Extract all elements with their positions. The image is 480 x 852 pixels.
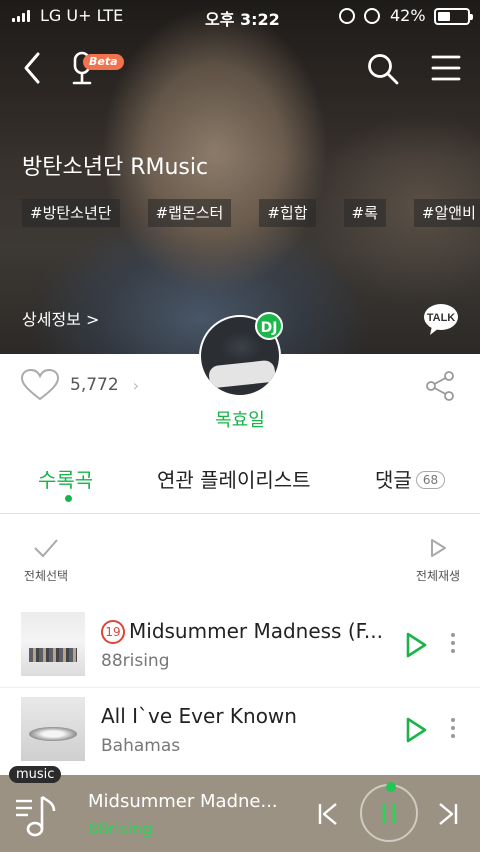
age-rating-badge: 19 <box>101 620 125 644</box>
next-icon <box>439 803 458 825</box>
tag-chip[interactable]: #랩몬스터 <box>147 199 232 227</box>
play-all-label: 전체재생 <box>415 569 461 583</box>
now-playing-artist: 88rising <box>88 819 153 838</box>
play-icon <box>406 632 427 658</box>
track-more-button[interactable] <box>448 718 458 742</box>
battery-percent: 42% <box>390 6 426 25</box>
track-title-text: All I`ve Ever Known <box>101 704 297 728</box>
album-art <box>21 697 85 761</box>
pause-button[interactable] <box>360 784 418 842</box>
dj-badge: DJ <box>255 312 283 340</box>
talk-icon: TALK <box>424 304 458 335</box>
battery-fill <box>438 12 450 21</box>
tag-chip[interactable]: #힙합 <box>259 199 316 227</box>
playback-progress-dot[interactable] <box>386 782 396 792</box>
track-row[interactable]: All I`ve Ever Known Bahamas <box>0 687 480 769</box>
comment-count-badge: 68 <box>415 471 446 489</box>
play-all-button[interactable]: 전체재생 <box>410 537 466 584</box>
like-count: 5,772 <box>70 375 119 395</box>
track-play-button[interactable] <box>404 631 428 659</box>
alarm-icon <box>364 8 380 24</box>
previous-icon <box>318 803 337 825</box>
signal-icon <box>12 10 30 22</box>
select-all-button[interactable]: 전체선택 <box>20 537 72 584</box>
track-artist: 88rising <box>101 651 170 671</box>
playlist-queue-button[interactable] <box>14 791 60 839</box>
playlist-hero: LG U+ LTE 오후 3:22 42% Beta 방탄소년단 RMusic … <box>0 0 480 354</box>
tab-bar: 수록곡 연관 플레이리스트 댓글 68 <box>0 460 480 514</box>
beta-badge: Beta <box>83 54 124 70</box>
track-list: 전체선택 전체재생 19 Midsummer Madness (F... 88ri… <box>0 515 480 775</box>
music-list-icon <box>16 795 56 837</box>
select-all-label: 전체선택 <box>23 569 69 583</box>
menu-button[interactable] <box>430 54 462 82</box>
tab-tracks[interactable]: 수록곡 <box>38 464 93 493</box>
like-row[interactable]: 5,772 › <box>20 368 139 402</box>
heart-icon <box>20 368 60 401</box>
search-icon <box>368 54 399 85</box>
back-button[interactable] <box>18 50 48 86</box>
carrier-label: LG U+ LTE <box>40 6 124 25</box>
track-title: 19 Midsummer Madness (F... <box>101 619 397 644</box>
talk-label: TALK <box>427 312 456 324</box>
tag-chip[interactable]: #록 <box>343 199 386 227</box>
pause-icon <box>382 803 396 823</box>
tab-comments[interactable]: 댓글 68 <box>375 464 446 493</box>
battery-icon <box>434 8 473 25</box>
tab-related-playlists[interactable]: 연관 플레이리스트 <box>157 464 311 493</box>
status-bar: LG U+ LTE 오후 3:22 42% <box>0 0 480 32</box>
menu-icon <box>431 55 461 81</box>
tag-chip[interactable]: #알앤비 <box>413 199 480 227</box>
track-more-button[interactable] <box>448 633 458 657</box>
player-source-tag: music <box>9 766 62 783</box>
play-outline-icon <box>431 539 446 557</box>
talk-button[interactable]: TALK <box>422 302 460 336</box>
next-button[interactable] <box>436 801 460 827</box>
chevron-right-icon: › <box>132 375 140 395</box>
track-title: All I`ve Ever Known <box>101 704 397 728</box>
rotation-lock-icon <box>339 8 355 24</box>
track-play-button[interactable] <box>404 716 428 744</box>
playlist-title: 방탄소년단 RMusic <box>22 155 209 180</box>
share-icon <box>426 371 454 401</box>
tag-chip[interactable]: #방탄소년단 <box>22 199 120 227</box>
track-title-text: Midsummer Madness (F... <box>129 619 384 643</box>
now-playing-title[interactable]: Midsummer Madne... <box>88 791 278 812</box>
mini-player: Midsummer Madne... 88rising <box>0 775 480 852</box>
active-tab-indicator <box>65 495 72 502</box>
album-art <box>21 612 85 676</box>
track-artist: Bahamas <box>101 736 181 756</box>
search-button[interactable] <box>366 52 400 86</box>
detail-info-link[interactable]: 상세정보 > <box>22 306 99 330</box>
check-icon <box>34 539 58 558</box>
clock: 오후 3:22 <box>205 10 280 29</box>
play-icon <box>406 717 427 743</box>
tab-comments-label: 댓글 <box>375 468 412 492</box>
dj-name[interactable]: 목효일 <box>0 406 480 432</box>
back-icon <box>24 52 40 84</box>
tag-list: #방탄소년단 #랩몬스터 #힙합 #록 #알앤비 <box>22 199 480 227</box>
previous-button[interactable] <box>316 801 340 827</box>
share-button[interactable] <box>424 370 456 402</box>
track-row[interactable]: 19 Midsummer Madness (F... 88rising <box>0 603 480 685</box>
